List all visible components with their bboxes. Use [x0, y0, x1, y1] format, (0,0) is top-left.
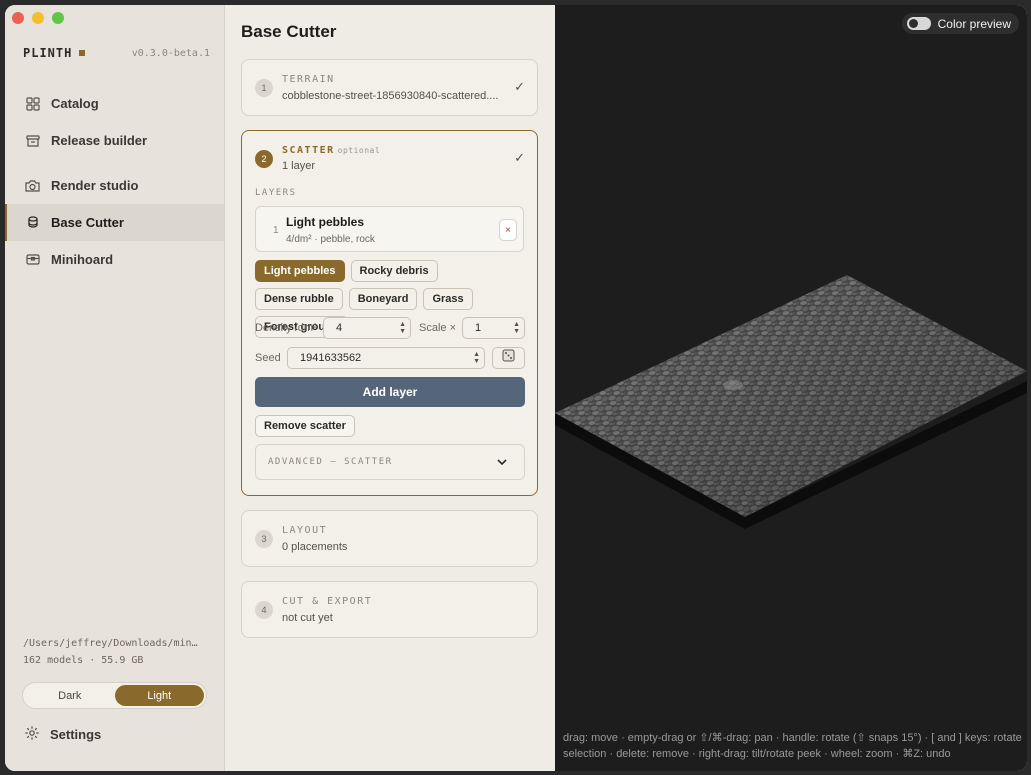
sidebar-item-release-builder[interactable]: Release builder — [5, 122, 224, 159]
preset-chip-rocky-debris[interactable]: Rocky debris — [350, 260, 438, 282]
stepper-arrows-icon[interactable]: ▲ ▼ — [513, 321, 520, 335]
stepper-arrows-icon[interactable]: ▲ ▼ — [399, 321, 406, 335]
brand-square-icon — [79, 50, 86, 56]
sidebar-item-base-cutter[interactable]: Base Cutter — [5, 204, 224, 241]
step-number: 4 — [255, 601, 273, 619]
cylinder-icon — [25, 215, 40, 230]
step-terrain-card[interactable]: 1 TERRAIN cobblestone-street-1856930840-… — [241, 59, 538, 116]
step-layout-card[interactable]: 3 LAYOUT 0 placements — [241, 510, 538, 567]
app-version: v0.3.0-beta.1 — [131, 48, 210, 59]
layer-row[interactable]: 1 Light pebbles 4/dm² · pebble, rock × — [255, 206, 524, 252]
remove-scatter-button[interactable]: Remove scatter — [255, 415, 355, 437]
step-subtitle: not cut yet — [282, 612, 333, 624]
settings-button[interactable]: Settings — [25, 726, 101, 743]
brand-name: PLINTH — [23, 46, 73, 60]
sidebar-item-render-studio[interactable]: Render studio — [5, 167, 224, 204]
sidebar-item-label: Catalog — [51, 96, 99, 111]
archive-box-icon — [25, 133, 40, 148]
terrain-base-render[interactable] — [555, 5, 1027, 771]
theme-dark-option[interactable]: Dark — [25, 685, 115, 706]
library-stats: 162 models · 55.9 GB — [23, 655, 144, 666]
preset-chip-boneyard[interactable]: Boneyard — [348, 288, 418, 310]
sidebar-item-label: Render studio — [51, 178, 139, 193]
step-title-text: SCATTER — [282, 145, 335, 156]
check-icon: ✓ — [514, 150, 525, 165]
sidebar-item-minihoard[interactable]: Minihoard — [5, 241, 224, 278]
scale-stepper[interactable]: 1 ▲ ▼ — [462, 317, 525, 339]
sidebar-item-label: Minihoard — [51, 252, 114, 267]
scale-value: 1 — [475, 322, 482, 334]
preset-chip-light-pebbles[interactable]: Light pebbles — [255, 260, 345, 282]
scale-label: Scale × — [419, 322, 456, 334]
layer-index: 1 — [273, 225, 279, 236]
app-window: PLINTH v0.3.0-beta.1 Catalog Release bui… — [5, 5, 1027, 771]
step-number: 2 — [255, 150, 273, 168]
step-title: SCATTER optional — [282, 145, 380, 156]
layer-meta: 4/dm² · pebble, rock — [286, 234, 375, 245]
seed-value: 1941633562 — [300, 352, 362, 364]
stepper-arrows-icon[interactable]: ▲ ▼ — [473, 351, 480, 365]
step-subtitle: 1 layer — [282, 160, 316, 172]
zoom-window-button[interactable] — [52, 12, 64, 24]
density-stepper[interactable]: 4 ▲ ▼ — [323, 317, 411, 339]
theme-toggle: Dark Light — [22, 682, 207, 709]
sidebar-item-catalog[interactable]: Catalog — [5, 85, 224, 122]
grid-icon — [25, 96, 40, 111]
preset-chip-grass[interactable]: Grass — [423, 288, 473, 310]
layers-label: LAYERS — [255, 188, 297, 198]
step-number: 3 — [255, 530, 273, 548]
close-window-button[interactable] — [12, 12, 24, 24]
advanced-scatter-section[interactable]: ADVANCED — SCATTER — [255, 444, 525, 480]
minimize-window-button[interactable] — [32, 12, 44, 24]
camera-icon — [25, 178, 40, 193]
optional-tag: optional — [337, 146, 381, 155]
seed-field[interactable]: 1941633562 ▲ ▼ — [287, 347, 485, 369]
window-controls — [12, 12, 64, 24]
step-cut-export-card[interactable]: 4 CUT & EXPORT not cut yet — [241, 581, 538, 638]
density-value: 4 — [336, 322, 343, 334]
dice-icon — [502, 349, 515, 367]
page-title: Base Cutter — [241, 22, 337, 41]
sidebar-item-label: Release builder — [51, 133, 148, 148]
step-title: CUT & EXPORT — [282, 596, 373, 607]
sidebar-item-label: Base Cutter — [51, 215, 124, 230]
3d-viewport[interactable]: Color preview drag: move · empty-drag or… — [555, 5, 1027, 771]
step-number: 1 — [255, 79, 273, 97]
step-title: LAYOUT — [282, 525, 328, 536]
check-icon: ✓ — [514, 79, 525, 94]
density-label: Density /dm² — [255, 322, 317, 334]
remove-layer-button[interactable]: × — [499, 219, 517, 241]
add-layer-button[interactable]: Add layer — [255, 377, 525, 407]
theme-light-option[interactable]: Light — [114, 685, 204, 706]
step-scatter-card: 2 SCATTER optional 1 layer ✓ LAYERS 1 Lig… — [241, 130, 538, 496]
step-title: TERRAIN — [282, 74, 335, 85]
layer-name: Light pebbles — [286, 215, 364, 229]
sidebar-nav: Catalog Release builder Render studio Ba… — [5, 85, 224, 278]
app-brand: PLINTH — [23, 46, 86, 60]
preset-chip-dense-rubble[interactable]: Dense rubble — [255, 288, 343, 310]
step-subtitle: cobblestone-street-1856930840-scattered.… — [282, 90, 499, 102]
step-subtitle: 0 placements — [282, 541, 348, 553]
settings-label: Settings — [50, 727, 102, 742]
chest-icon — [25, 252, 40, 267]
advanced-scatter-label: ADVANCED — SCATTER — [268, 457, 393, 467]
sidebar: PLINTH v0.3.0-beta.1 Catalog Release bui… — [5, 5, 225, 771]
viewport-hint: drag: move · empty-drag or ⇧/⌘-drag: pan… — [563, 732, 1022, 760]
chevron-down-icon — [496, 456, 508, 471]
randomize-seed-button[interactable] — [492, 347, 525, 369]
library-path: /Users/jeffrey/Downloads/min… — [23, 638, 198, 649]
gear-icon — [25, 726, 39, 743]
base-cutter-panel: Base Cutter 1 TERRAIN cobblestone-street… — [225, 5, 555, 771]
seed-label: Seed — [255, 352, 281, 364]
